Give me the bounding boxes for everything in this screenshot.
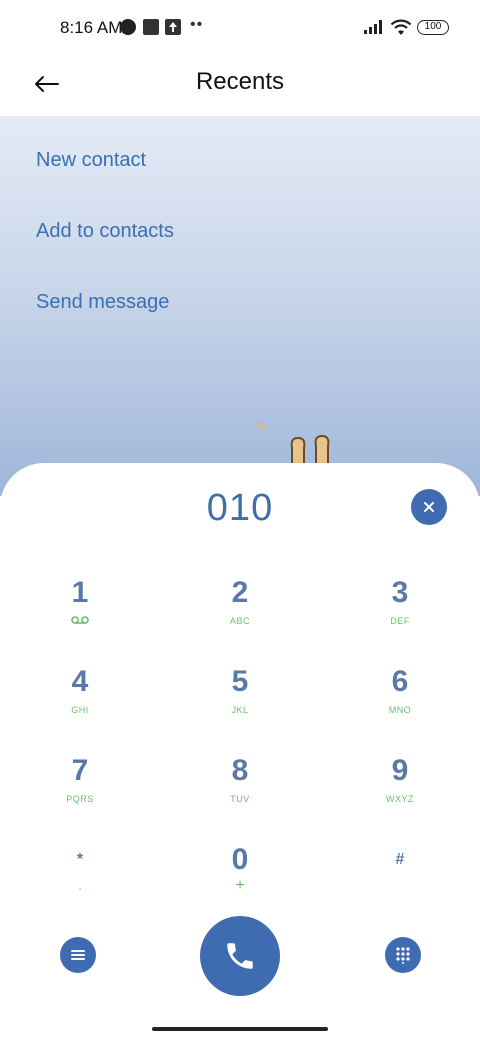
menu-icon	[71, 950, 85, 960]
new-contact-item[interactable]: New contact	[36, 149, 146, 172]
key-hash[interactable]: #	[340, 843, 460, 913]
key-digit: 1	[71, 576, 89, 609]
key-digit: #	[395, 851, 405, 868]
key-2[interactable]: 2 ABC	[180, 576, 300, 646]
status-bar: 8:16 AM •• 100	[0, 0, 480, 56]
dialed-number[interactable]: 010	[0, 487, 480, 530]
key-4[interactable]: 4 GHI	[20, 665, 140, 735]
keypad-toggle-button[interactable]	[385, 937, 421, 973]
battery-indicator: 100	[417, 20, 449, 35]
dialpad-icon	[396, 947, 410, 964]
signal-icon	[364, 20, 382, 34]
key-letters: ,	[78, 881, 82, 892]
key-letters: ABC	[229, 616, 250, 626]
key-9[interactable]: 9 WXYZ	[340, 754, 460, 824]
more-notifications-icon: ••	[190, 16, 204, 33]
phone-icon	[227, 943, 253, 969]
upload-icon	[165, 19, 181, 35]
key-letters: TUV	[230, 794, 250, 804]
wifi-icon	[390, 19, 412, 35]
key-8[interactable]: 8 TUV	[180, 754, 300, 824]
key-letters: DEF	[390, 616, 410, 626]
key-letters: MNO	[388, 705, 412, 715]
key-digit: 9	[391, 754, 409, 787]
key-letters: WXYZ	[386, 794, 414, 804]
key-letters: JKL	[231, 705, 249, 715]
close-icon	[424, 502, 434, 512]
key-letters: PQRS	[66, 794, 94, 804]
key-digit: 2	[231, 576, 249, 609]
clear-button[interactable]	[411, 489, 447, 525]
sparkle-decoration	[258, 421, 266, 429]
key-letters: +	[235, 877, 245, 894]
key-digit: 8	[231, 754, 249, 787]
key-letters: GHI	[71, 705, 89, 715]
key-5[interactable]: 5 JKL	[180, 665, 300, 735]
key-digit: 5	[231, 665, 249, 698]
key-6[interactable]: 6 MNO	[340, 665, 460, 735]
home-indicator[interactable]	[152, 1027, 328, 1031]
add-to-contacts-item[interactable]: Add to contacts	[36, 220, 174, 243]
key-7[interactable]: 7 PQRS	[20, 754, 140, 824]
send-message-item[interactable]: Send message	[36, 291, 169, 314]
dialpad-sheet: 010 1 2 ABC 3 DEF 4 GHI 5 JKL 6 MNO 7 PQ…	[0, 463, 480, 1040]
menu-button[interactable]	[60, 937, 96, 973]
key-digit: 6	[391, 665, 409, 698]
key-0[interactable]: 0 +	[180, 843, 300, 913]
voicemail-icon	[20, 616, 140, 626]
page-title: Recents	[195, 68, 285, 95]
app-notification-icon	[143, 19, 159, 35]
key-3[interactable]: 3 DEF	[340, 576, 460, 646]
key-digit: 4	[71, 665, 89, 698]
app-bar: Recents	[0, 56, 480, 116]
key-digit: 0	[231, 843, 249, 876]
status-time: 8:16 AM	[60, 18, 123, 37]
call-button[interactable]	[200, 916, 280, 996]
contact-actions-menu: New contact Add to contacts Send message	[0, 116, 480, 496]
key-digit: 7	[71, 754, 89, 787]
key-star[interactable]: * ,	[20, 843, 140, 913]
key-digit: 3	[391, 576, 409, 609]
notification-icon	[120, 19, 136, 35]
key-digit: *	[76, 851, 84, 868]
key-1[interactable]: 1	[20, 576, 140, 646]
